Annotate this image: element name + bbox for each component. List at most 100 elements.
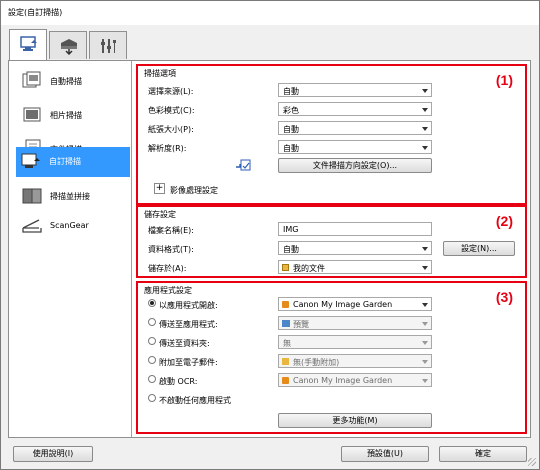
attach-email-radio[interactable] — [148, 356, 156, 364]
scangear-icon — [22, 219, 42, 233]
send-to-folder-label: 傳送至資料夾: — [159, 339, 210, 348]
sidebar-item-label: 自動掃描 — [50, 77, 82, 86]
sidebar-item-label: 自訂掃描 — [49, 157, 81, 166]
send-to-app-value: 預覽 — [293, 320, 309, 329]
settings-window: 設定(自訂掃描) 自動掃描 相片掃描 自訂掃描 掃描並拼接 ScanGear 掃… — [0, 0, 540, 470]
chevron-down-icon — [422, 89, 428, 93]
save-in-label: 儲存於(A): — [148, 264, 187, 273]
sidebar-item-photo-scan[interactable]: 相片掃描 — [17, 101, 131, 130]
filename-row: 檔案名稱(E): IMG — [148, 222, 518, 236]
sidebar-item-label: 掃描並拼接 — [50, 192, 90, 201]
resolution-select[interactable]: 自動 — [278, 140, 432, 154]
orientation-settings-button[interactable]: 文件掃描方向設定(O)... — [278, 158, 432, 173]
photo-scan-icon — [23, 107, 41, 122]
defaults-button[interactable]: 預設值(U) — [341, 446, 429, 462]
color-mode-select[interactable]: 彩色 — [278, 102, 432, 116]
tools-icon — [101, 39, 116, 53]
scan-options-group: 掃描選項 (1) 選擇來源(L): 自動 色彩模式(C): 彩色 紙張大小(P)… — [136, 64, 527, 205]
send-to-folder-radio[interactable] — [148, 337, 156, 345]
help-button[interactable]: 使用說明(I) — [13, 446, 93, 462]
color-mode-label: 色彩模式(C): — [148, 106, 195, 115]
color-mode-value: 彩色 — [283, 106, 299, 115]
open-with-app-label: 以應用程式開啟: — [159, 301, 218, 310]
application-settings-title: 應用程式設定 — [144, 286, 192, 295]
email-app-icon — [282, 358, 289, 365]
paper-size-select[interactable]: 自動 — [278, 121, 432, 135]
color-mode-row: 色彩模式(C): 彩色 — [148, 102, 518, 116]
paper-size-value: 自動 — [283, 125, 299, 134]
resolution-value: 自動 — [283, 144, 299, 153]
tab-scan-from-panel[interactable] — [49, 31, 87, 59]
send-to-folder-select[interactable]: 無 — [278, 335, 432, 349]
data-format-select[interactable]: 自動 — [278, 241, 432, 255]
send-to-app-radio[interactable] — [148, 318, 156, 326]
tab-scan-from-computer[interactable] — [9, 29, 47, 60]
resize-grip[interactable] — [528, 458, 536, 466]
attach-email-select[interactable]: 無(手動附加) — [278, 354, 432, 368]
title-bar: 設定(自訂掃描) — [1, 1, 539, 25]
chevron-down-icon — [422, 127, 428, 131]
send-to-app-select[interactable]: 預覽 — [278, 316, 432, 330]
chevron-down-icon — [422, 146, 428, 150]
attach-email-row: 附加至電子郵件: 無(手動附加) — [148, 354, 518, 368]
data-format-value: 自動 — [283, 245, 299, 254]
folder-icon — [282, 264, 289, 271]
chevron-down-icon — [422, 266, 428, 270]
settings-content: 自動掃描 相片掃描 PDF 文件掃描 — [8, 60, 531, 438]
sidebar-item-auto-scan[interactable]: 自動掃描 — [17, 67, 131, 96]
source-select[interactable]: 自動 — [278, 83, 432, 97]
chevron-down-icon — [422, 303, 428, 307]
open-with-app-select[interactable]: Canon My Image Garden — [278, 297, 432, 311]
save-in-row: 儲存於(A): 我的文件 — [148, 260, 518, 274]
send-to-app-row: 傳送至應用程式: 預覽 — [148, 316, 518, 330]
my-image-garden-icon — [282, 377, 289, 384]
document-orientation-icon — [236, 159, 251, 171]
start-ocr-label: 啟動 OCR: — [159, 377, 198, 386]
start-ocr-row: 啟動 OCR: Canon My Image Garden — [148, 373, 518, 387]
open-with-app-row: 以應用程式開啟: Canon My Image Garden — [148, 297, 518, 311]
chevron-down-icon — [422, 341, 428, 345]
save-in-value: 我的文件 — [293, 264, 325, 273]
source-label: 選擇來源(L): — [148, 87, 194, 96]
open-with-app-radio[interactable] — [148, 299, 156, 307]
send-to-app-label: 傳送至應用程式: — [159, 320, 218, 329]
sidebar-item-scangear[interactable]: ScanGear — [17, 212, 131, 241]
chevron-down-icon — [422, 379, 428, 383]
open-with-app-value: Canon My Image Garden — [293, 300, 393, 309]
image-processing-label: 影像處理設定 — [170, 186, 218, 195]
attach-email-value: 無(手動附加) — [293, 358, 340, 367]
scan-type-sidebar: 自動掃描 相片掃描 PDF 文件掃描 — [9, 61, 132, 437]
computer-scan-icon — [20, 36, 37, 51]
resolution-row: 解析度(R): 自動 — [148, 140, 518, 154]
custom-scan-icon — [21, 153, 40, 168]
save-in-select[interactable]: 我的文件 — [278, 260, 432, 274]
source-row: 選擇來源(L): 自動 — [148, 83, 518, 97]
format-settings-button[interactable]: 設定(N)... — [443, 241, 515, 256]
window-title: 設定(自訂掃描) — [8, 8, 63, 17]
sidebar-item-custom-scan[interactable]: 自訂掃描 — [16, 147, 130, 177]
no-app-radio[interactable] — [148, 394, 156, 402]
no-app-row: 不啟動任何應用程式 — [148, 392, 518, 406]
start-ocr-select[interactable]: Canon My Image Garden — [278, 373, 432, 387]
start-ocr-radio[interactable] — [148, 375, 156, 383]
chevron-down-icon — [422, 247, 428, 251]
sidebar-item-label: 相片掃描 — [50, 111, 82, 120]
scanner-panel-icon — [61, 39, 77, 55]
source-value: 自動 — [283, 87, 299, 96]
sidebar-item-scan-and-stitch[interactable]: 掃描並拼接 — [17, 182, 131, 211]
filename-label: 檔案名稱(E): — [148, 226, 194, 235]
expand-image-processing-button[interactable]: + — [154, 183, 165, 194]
ok-button[interactable]: 確定 — [439, 446, 527, 462]
chevron-down-icon — [422, 108, 428, 112]
attach-email-label: 附加至電子郵件: — [159, 358, 218, 367]
save-settings-group: 儲存設定 (2) 檔案名稱(E): IMG 資料格式(T): 自動 設定(N).… — [136, 205, 527, 278]
paper-size-row: 紙張大小(P): 自動 — [148, 121, 518, 135]
send-to-folder-value: 無 — [283, 339, 291, 348]
tab-general-settings[interactable] — [89, 31, 127, 59]
my-image-garden-icon — [282, 301, 289, 308]
filename-input[interactable]: IMG — [278, 222, 432, 236]
send-to-folder-row: 傳送至資料夾: 無 — [148, 335, 518, 349]
more-functions-button[interactable]: 更多功能(M) — [278, 413, 432, 428]
sidebar-item-label: ScanGear — [50, 221, 89, 230]
auto-scan-icon — [22, 71, 41, 88]
